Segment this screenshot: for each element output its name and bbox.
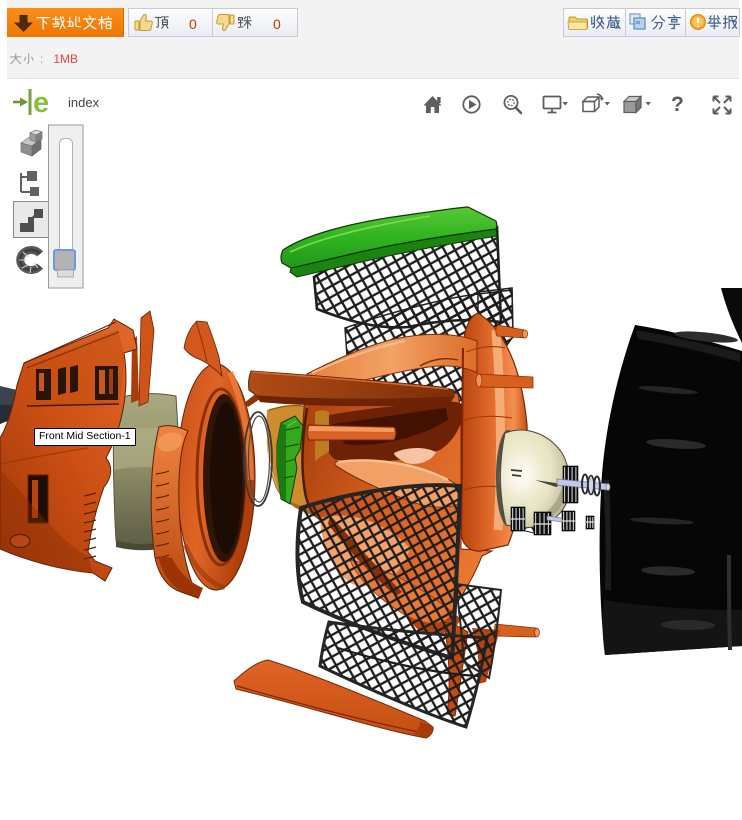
svg-text:e: e [33, 87, 49, 119]
